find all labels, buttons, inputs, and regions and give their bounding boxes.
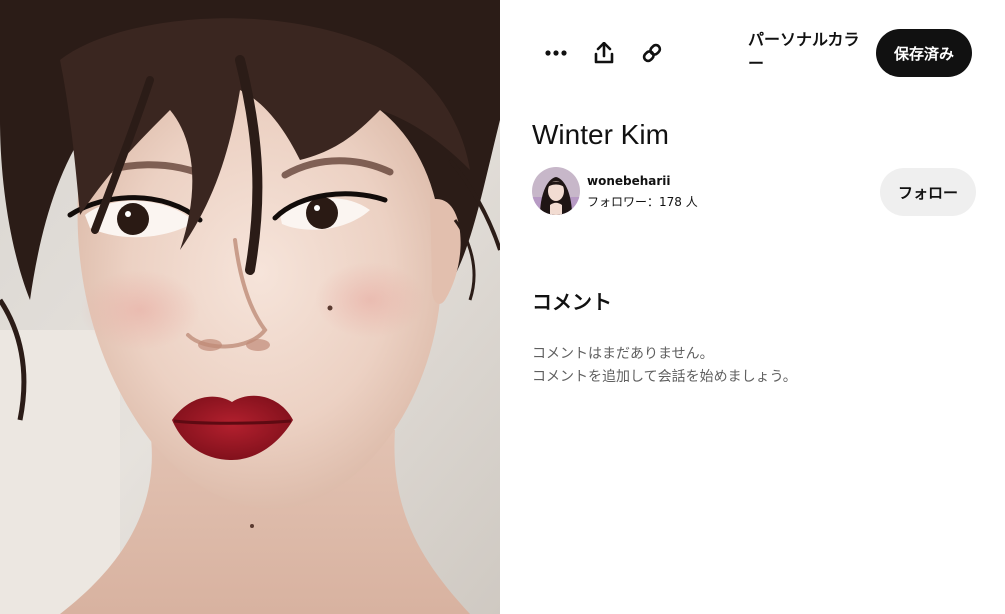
pin-detail-view: パーソナルカラー 保存済み Winter Kim wonebeharii フォロ… [0,0,1005,614]
comments-empty-line-2: コメントを追加して会話を始めましょう。 [532,369,797,385]
more-options-button[interactable] [539,36,573,70]
creator-info: wonebeharii フォロワー：178 人 [532,167,832,217]
board-selector[interactable]: パーソナルカラー [748,28,872,76]
pin-title: Winter Kim [532,119,669,150]
pin-details-panel: パーソナルカラー 保存済み Winter Kim wonebeharii フォロ… [500,0,1005,614]
creator-avatar[interactable] [532,167,580,215]
follower-count: フォロワー：178 人 [587,195,698,209]
comments-empty-state: コメントはまだありません。 コメントを追加して会話を始めましょう。 [532,343,797,389]
saved-button[interactable]: 保存済み [876,29,972,77]
pin-image[interactable] [0,0,500,614]
comments-heading: コメント [532,290,612,314]
share-button[interactable] [587,36,621,70]
ellipsis-icon [545,50,567,56]
follow-button[interactable]: フォロー [880,168,976,216]
creator-username[interactable]: wonebeharii [587,174,671,188]
copy-link-button[interactable] [635,36,669,70]
pin-toolbar: パーソナルカラー 保存済み [500,0,1005,106]
link-chain-icon [641,42,663,64]
comments-empty-line-1: コメントはまだありません。 [532,346,714,362]
share-upload-icon [594,42,614,64]
